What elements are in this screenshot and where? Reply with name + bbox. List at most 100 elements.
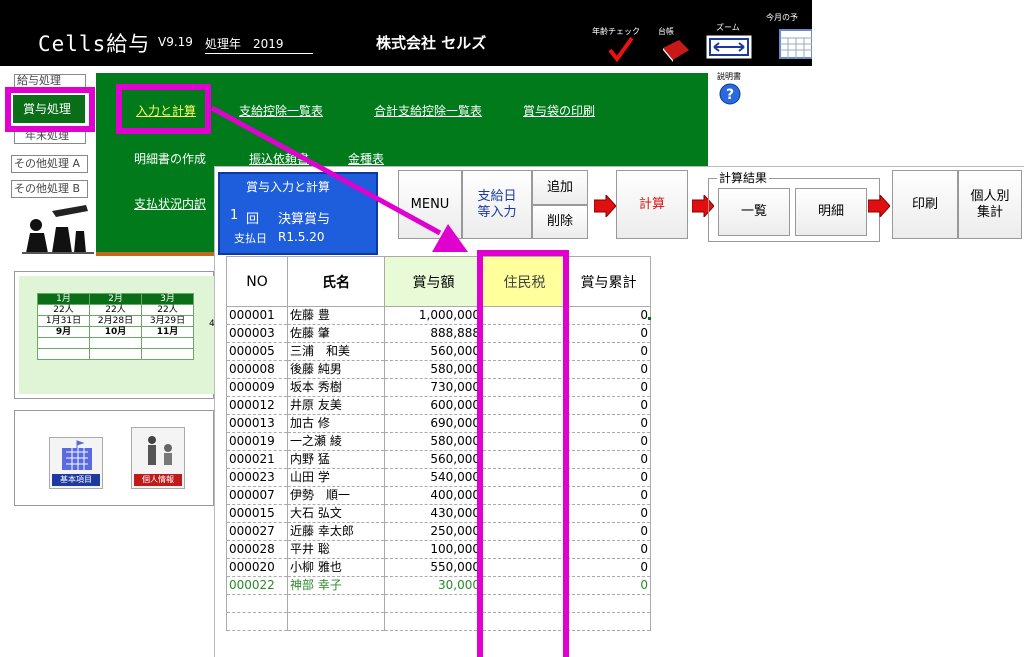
cell-empty[interactable] [566,594,651,613]
cell-amount[interactable]: 30,000 [384,576,483,595]
cell-name[interactable]: 三浦 和美 [287,342,385,361]
table-row-empty[interactable] [226,612,651,631]
cell-name[interactable]: 一之瀬 綾 [287,432,385,451]
link-bonus-envelope[interactable]: 賞与袋の印刷 [523,102,595,119]
cell-amount[interactable]: 1,000,000 [384,306,483,325]
cell-amount[interactable]: 580,000 [384,360,483,379]
table-row[interactable]: 000020 小柳 雅也 550,000 0 [226,558,651,577]
cell-amount[interactable]: 730,000 [384,378,483,397]
cell-name[interactable]: 井原 友美 [287,396,385,415]
cell-total[interactable]: 0 [566,522,651,541]
link-denomination[interactable]: 金種表 [348,150,384,167]
cell-name[interactable]: 山田 学 [287,468,385,487]
table-row[interactable]: 000003 佐藤 肇 888,888 0 [226,324,651,343]
cell-amount[interactable]: 430,000 [384,504,483,523]
link-total-deduction-list[interactable]: 合計支給控除一覧表 [374,102,482,119]
cell-total[interactable]: 0 [566,306,651,325]
cell-no[interactable]: 000001 [226,306,288,325]
age-check-button[interactable]: 年齢チェック [590,20,650,64]
personal-info-button[interactable]: 個人情報 [131,427,185,489]
table-row[interactable]: 000015 大石 弘文 430,000 0 [226,504,651,523]
cell-amount[interactable]: 250,000 [384,522,483,541]
cell-name[interactable]: 平井 聡 [287,540,385,559]
cell-total[interactable]: 0 [566,486,651,505]
link-transfer-request[interactable]: 振込依頼書 [249,150,309,167]
cell-name[interactable]: 近藤 幸太郎 [287,522,385,541]
cell-name[interactable]: 後藤 純男 [287,360,385,379]
cell-no[interactable]: 000021 [226,450,288,469]
add-button[interactable]: 追加 [532,170,588,205]
cell-empty[interactable] [287,612,385,631]
cell-amount[interactable]: 540,000 [384,468,483,487]
cell-no[interactable]: 000012 [226,396,288,415]
table-row[interactable]: 000001 佐藤 豊 1,000,000 0 [226,306,651,325]
link-deduction-list[interactable]: 支給控除一覧表 [239,102,323,119]
table-row[interactable]: 000023 山田 学 540,000 0 [226,468,651,487]
print-button[interactable]: 印刷 [892,170,958,239]
cell-total[interactable]: 0 [566,342,651,361]
cell-total[interactable]: 0 [566,576,651,595]
pay-date-input-button[interactable]: 支給日 等入力 [462,170,532,239]
menu-other-b[interactable]: その他処理 B [11,180,88,198]
table-row[interactable]: 000009 坂本 秀樹 730,000 0 [226,378,651,397]
link-statement[interactable]: 明細書の作成 [134,150,206,167]
detail-button[interactable]: 明細 [795,188,867,236]
cell-total[interactable]: 0 [566,414,651,433]
cell-name[interactable]: 佐藤 肇 [287,324,385,343]
table-row[interactable]: 000007 伊勢 順一 400,000 0 [226,486,651,505]
cell-total[interactable]: 0 [566,378,651,397]
zoom-button[interactable]: ズーム [704,0,760,64]
cell-no[interactable]: 000019 [226,432,288,451]
table-row[interactable]: 000019 一之瀬 綾 580,000 0 [226,432,651,451]
delete-button[interactable]: 削除 [532,205,588,239]
menu-other-a[interactable]: その他処理 A [11,155,88,173]
list-button[interactable]: 一覧 [718,188,790,236]
cell-total[interactable]: 0 [566,360,651,379]
cell-name[interactable]: 加古 修 [287,414,385,433]
individual-summary-button[interactable]: 個人別 集計 [958,170,1022,239]
calc-button[interactable]: 計算 [616,170,688,239]
cell-amount[interactable]: 580,000 [384,432,483,451]
cell-amount[interactable]: 888,888 [384,324,483,343]
cell-total[interactable]: 0 [566,432,651,451]
basic-items-button[interactable]: 基本項目 [49,437,103,489]
cell-no[interactable]: 000022 [226,576,288,595]
ledger-button[interactable]: 台帳 [655,20,697,64]
cell-total[interactable]: 0 [566,324,651,343]
cell-amount[interactable]: 690,000 [384,414,483,433]
cell-name[interactable]: 内野 猛 [287,450,385,469]
menu-salary[interactable]: 給与処理 [14,74,86,88]
cell-no[interactable]: 000007 [226,486,288,505]
cell-name[interactable]: 佐藤 豊 [287,306,385,325]
cell-name[interactable]: 神部 幸子 [287,576,385,595]
cell-amount[interactable]: 550,000 [384,558,483,577]
menu-year-end[interactable]: 年末処理 [14,130,86,144]
cell-no[interactable]: 000020 [226,558,288,577]
cell-amount[interactable]: 560,000 [384,342,483,361]
table-row[interactable]: 000005 三浦 和美 560,000 0 [226,342,651,361]
table-row[interactable]: 000008 後藤 純男 580,000 0 [226,360,651,379]
cell-total[interactable]: 0 [566,396,651,415]
cell-no[interactable]: 000013 [226,414,288,433]
table-row[interactable]: 000021 内野 猛 560,000 0 [226,450,651,469]
cell-no[interactable]: 000008 [226,360,288,379]
cell-total[interactable]: 0 [566,558,651,577]
cell-empty[interactable] [226,594,288,613]
menu-button[interactable]: MENU [398,170,462,239]
cell-no[interactable]: 000027 [226,522,288,541]
cell-total[interactable]: 0 [566,450,651,469]
table-row[interactable]: 000022 神部 幸子 30,000 0 [226,576,651,595]
cell-empty[interactable] [384,594,483,613]
cell-no[interactable]: 000028 [226,540,288,559]
cell-empty[interactable] [226,612,288,631]
table-row[interactable]: 000028 平井 聡 100,000 0 [226,540,651,559]
cell-no[interactable]: 000003 [226,324,288,343]
cell-name[interactable]: 小柳 雅也 [287,558,385,577]
cell-total[interactable]: 0 [566,540,651,559]
cell-no[interactable]: 000009 [226,378,288,397]
cell-empty[interactable] [566,612,651,631]
cell-no[interactable]: 000005 [226,342,288,361]
table-row[interactable]: 000012 井原 友美 600,000 0 [226,396,651,415]
cell-empty[interactable] [287,594,385,613]
cell-amount[interactable]: 400,000 [384,486,483,505]
